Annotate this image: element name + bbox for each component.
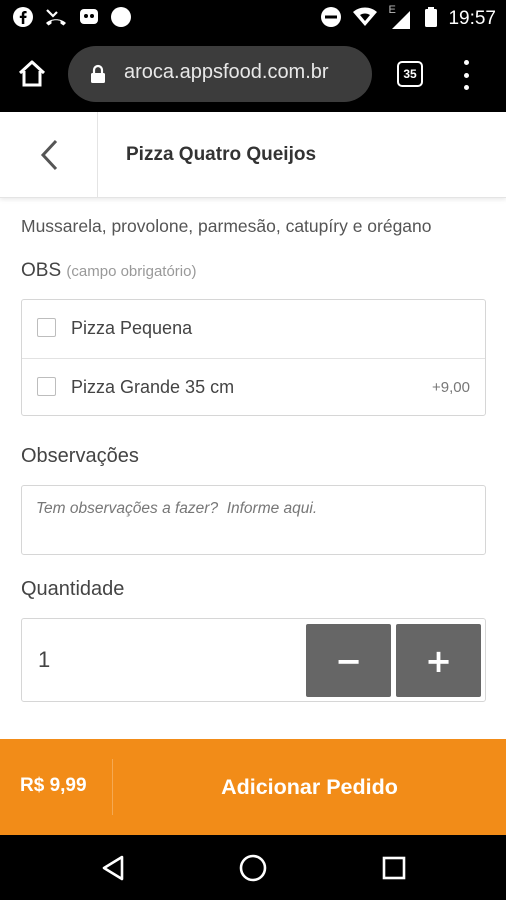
back-button[interactable] bbox=[0, 112, 98, 198]
checkbox[interactable] bbox=[37, 377, 56, 396]
quantity-label: Quantidade bbox=[21, 578, 125, 600]
quantity-stepper: 1 − + bbox=[21, 618, 486, 702]
chat-icon bbox=[78, 6, 100, 32]
system-navigation-bar bbox=[0, 835, 506, 900]
nav-recents-button[interactable] bbox=[377, 851, 411, 885]
checkbox[interactable] bbox=[37, 318, 56, 337]
option-label: Pizza Grande 35 cm bbox=[71, 377, 235, 397]
menu-dot-icon bbox=[463, 72, 469, 78]
add-order-button[interactable]: Adicionar Pedido bbox=[113, 739, 506, 835]
url-text: aroca.appsfood.com.br bbox=[124, 61, 329, 83]
obs-heading: OBS (campo obrigatório) bbox=[21, 260, 196, 282]
square-recents-icon bbox=[382, 856, 406, 880]
option-pizza-grande[interactable]: Pizza Grande 35 cm +9,00 bbox=[22, 358, 485, 416]
circle-home-icon bbox=[239, 854, 267, 882]
obs-label: OBS bbox=[21, 260, 62, 281]
required-note: (campo obrigatório) bbox=[66, 263, 197, 280]
signal-icon: E bbox=[388, 4, 414, 30]
option-label: Pizza Pequena bbox=[71, 318, 193, 338]
page-header: Pizza Quatro Queijos bbox=[0, 112, 506, 198]
battery-icon bbox=[424, 6, 438, 32]
option-pizza-pequena[interactable]: Pizza Pequena bbox=[22, 300, 485, 358]
quantity-value[interactable]: 1 bbox=[38, 647, 50, 673]
status-system: E 19:57 bbox=[320, 4, 496, 32]
product-description: Mussarela, provolone, parmesão, catupíry… bbox=[21, 216, 432, 236]
missed-call-icon bbox=[44, 6, 68, 32]
triangle-back-icon bbox=[102, 855, 124, 881]
nav-back-button[interactable] bbox=[96, 851, 130, 885]
status-bar: E 19:57 bbox=[0, 0, 506, 36]
facebook-icon bbox=[12, 6, 34, 32]
status-notifications bbox=[12, 6, 132, 32]
size-options: Pizza Pequena Pizza Grande 35 cm +9,00 bbox=[21, 299, 486, 416]
home-button[interactable] bbox=[16, 58, 48, 90]
order-price: R$ 9,99 bbox=[20, 775, 87, 796]
circle-notification-icon bbox=[110, 6, 132, 32]
wifi-icon bbox=[352, 6, 378, 32]
nav-home-button[interactable] bbox=[236, 851, 270, 885]
lock-icon bbox=[90, 64, 106, 88]
menu-dot-icon bbox=[463, 85, 469, 90]
option-price: +9,00 bbox=[432, 379, 470, 396]
browser-toolbar: aroca.appsfood.com.br 35 bbox=[0, 36, 506, 112]
decrease-quantity-button[interactable]: − bbox=[306, 624, 391, 697]
clock: 19:57 bbox=[448, 8, 496, 29]
tab-switcher-button[interactable]: 35 bbox=[397, 61, 423, 87]
chevron-left-icon bbox=[40, 139, 57, 171]
observacoes-input[interactable] bbox=[21, 485, 486, 555]
do-not-disturb-icon bbox=[320, 6, 342, 32]
increase-quantity-button[interactable]: + bbox=[396, 624, 481, 697]
order-bar: R$ 9,99 Adicionar Pedido bbox=[0, 739, 506, 835]
address-bar[interactable]: aroca.appsfood.com.br bbox=[68, 46, 372, 102]
observacoes-label: Observações bbox=[21, 445, 139, 467]
menu-dot-icon bbox=[463, 60, 469, 65]
page-title: Pizza Quatro Queijos bbox=[126, 144, 317, 165]
home-icon bbox=[18, 60, 46, 87]
browser-menu-button[interactable] bbox=[458, 60, 474, 90]
